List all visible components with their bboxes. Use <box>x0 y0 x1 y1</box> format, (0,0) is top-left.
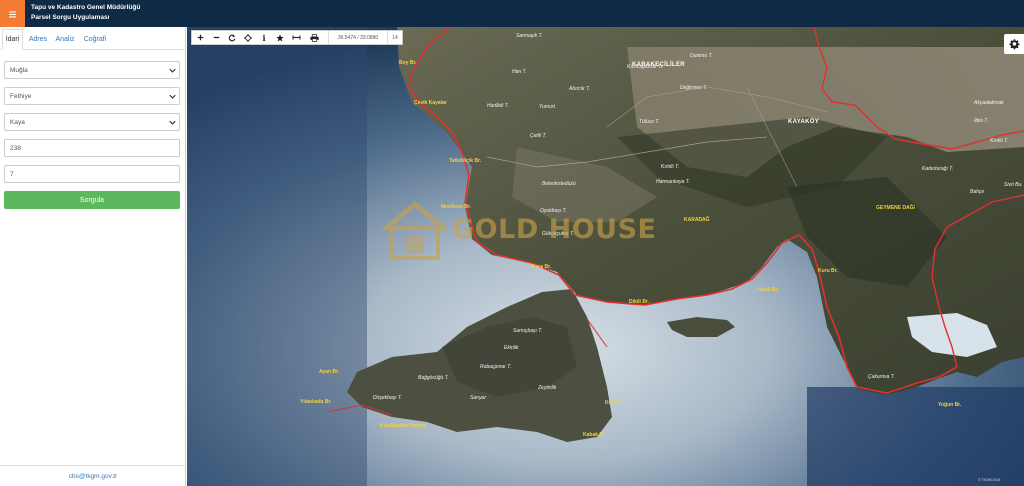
map-credit: © TKGM 2024 <box>978 478 1001 482</box>
minus-icon <box>213 36 219 39</box>
house-logo-icon <box>382 200 448 260</box>
app-header: ≡ Tapu ve Kadastro Genel Müdürlüğü Parse… <box>0 0 1024 27</box>
watermark-text: GOLD HOUSE <box>452 214 657 245</box>
place-label: Abırcık T. <box>569 86 590 92</box>
place-label: Tülüce T. <box>639 119 660 125</box>
cape-label: Kule Br. <box>605 400 624 406</box>
locate-icon <box>244 33 252 42</box>
refresh-button[interactable] <box>224 31 240 44</box>
place-label: Bağgöcüğü T. <box>418 375 449 381</box>
place-label: Kızılcagölcük T. <box>627 64 662 70</box>
cape-label: Kuru Br. <box>818 268 838 274</box>
cape-label: Tatlıdiliçik Br. <box>449 158 482 164</box>
app-title-line1: Tapu ve Kadastro Genel Müdürlüğü <box>31 4 141 11</box>
app-title: Tapu ve Kadastro Genel Müdürlüğü Parsel … <box>31 3 140 23</box>
place-label: Akçaalakmak <box>974 100 1004 106</box>
tab-adres[interactable]: Adres <box>27 29 49 50</box>
place-label: Sivri Bu. <box>1004 182 1023 188</box>
place-label: Han T. <box>512 69 527 75</box>
cape-label: Yılanlı Br. <box>756 287 779 293</box>
chevron-down-icon <box>169 94 176 99</box>
district-select[interactable]: Fethiye <box>4 87 180 105</box>
print-button[interactable] <box>306 31 322 44</box>
print-icon <box>309 33 319 42</box>
place-label: Robaçpınar T. <box>480 364 512 370</box>
app-title-line2: Parsel Sorgu Uygulaması <box>31 14 110 21</box>
place-label: Belenkisledüzü <box>542 181 576 187</box>
parcel-input[interactable]: 7 <box>4 165 180 183</box>
cape-label: Kabak Br. <box>583 432 607 438</box>
zoom-out-button[interactable] <box>208 31 224 44</box>
place-label: Sarmaşık T. <box>516 33 543 39</box>
place-label: Değirmen T. <box>680 85 708 91</box>
tab-analiz[interactable]: Analiz <box>53 29 77 50</box>
gear-icon <box>1008 38 1019 49</box>
cape-label: Çevik Kayalar <box>414 100 447 106</box>
star-icon <box>276 33 284 41</box>
place-label: Dulamo T. <box>690 53 713 59</box>
chevron-down-icon <box>169 68 176 73</box>
cape-label: Yoğun Br. <box>938 402 962 408</box>
place-label: Sarıyar <box>470 395 487 401</box>
info-icon: i <box>262 32 266 43</box>
cape-label: KARADAĞ <box>684 217 710 223</box>
province-select[interactable]: Muğla <box>4 61 180 79</box>
zoom-in-button[interactable] <box>192 31 208 44</box>
cape-label: Boy Br. <box>399 60 417 66</box>
coordinate-readout: 36.5474 / 29.0880 <box>328 31 388 44</box>
measure-icon <box>292 35 300 40</box>
place-label: Döşekbaşı T. <box>373 395 402 401</box>
settings-button[interactable] <box>1004 34 1024 54</box>
place-label: Kadıoturağı T. <box>922 166 954 172</box>
tab-bar: İdari Adres Analiz Coğrafi <box>0 29 186 50</box>
measure-button[interactable] <box>288 31 304 44</box>
place-label: Bahçe <box>970 189 985 195</box>
plus-icon <box>197 34 203 41</box>
favorite-button[interactable] <box>272 31 288 44</box>
zoom-level: 14 <box>392 34 398 41</box>
place-label: Sarnıçbaşı T. <box>513 328 543 334</box>
map-toolbar: i 36.5474 / 29.0880 14 <box>191 30 403 45</box>
block-input[interactable]: 238 <box>4 139 180 157</box>
place-label: Kırıklı T. <box>990 138 1009 144</box>
cape-label: Dikili Br. <box>629 299 650 305</box>
hamburger-icon[interactable]: ≡ <box>0 0 25 27</box>
cape-label: GEYMENE DAĞI <box>876 205 915 211</box>
tab-cografi[interactable]: Coğrafi <box>81 29 109 50</box>
place-label: Ekinlik <box>504 345 519 351</box>
cape-label: Ayan Br. <box>319 369 340 375</box>
refresh-icon <box>228 34 236 41</box>
neighborhood-select[interactable]: Kaya <box>4 113 180 131</box>
sidebar: İdari Adres Analiz Coğrafi Muğla Fethiye… <box>0 27 186 486</box>
village-label: KAYAKÖY <box>788 119 820 125</box>
cape-label: Küçükçukur Kayası <box>380 423 427 429</box>
place-label: Çukurova T. <box>868 374 895 380</box>
neighborhood-value: Kaya <box>10 118 25 126</box>
tab-idari[interactable]: İdari <box>2 29 23 50</box>
map-view[interactable]: KARAKEÇİLİLER KAYAKÖY Sarmaşık T. Han T.… <box>187 27 1024 486</box>
place-label: Zeytinlik <box>538 385 557 391</box>
place-label: Kırtıllı T. <box>661 164 680 170</box>
query-button[interactable]: Sorgula <box>4 191 180 209</box>
place-label: Çetili T. <box>530 133 547 139</box>
cape-label: Yılanlıada Br. <box>300 399 332 405</box>
locate-button[interactable] <box>240 31 256 44</box>
chevron-down-icon <box>169 120 176 125</box>
info-button[interactable]: i <box>256 31 272 44</box>
place-label: İlbis T. <box>974 118 989 124</box>
place-label: Harilleli T. <box>487 103 509 109</box>
province-value: Muğla <box>10 66 28 74</box>
contact-email[interactable]: cbs@tkgm.gov.tr <box>0 465 186 486</box>
place-label: Harmankaya T. <box>656 179 690 185</box>
district-value: Fethiye <box>10 92 32 100</box>
watermark: GOLD HOUSE <box>380 198 660 270</box>
place-label: Yumurt. <box>539 104 557 110</box>
